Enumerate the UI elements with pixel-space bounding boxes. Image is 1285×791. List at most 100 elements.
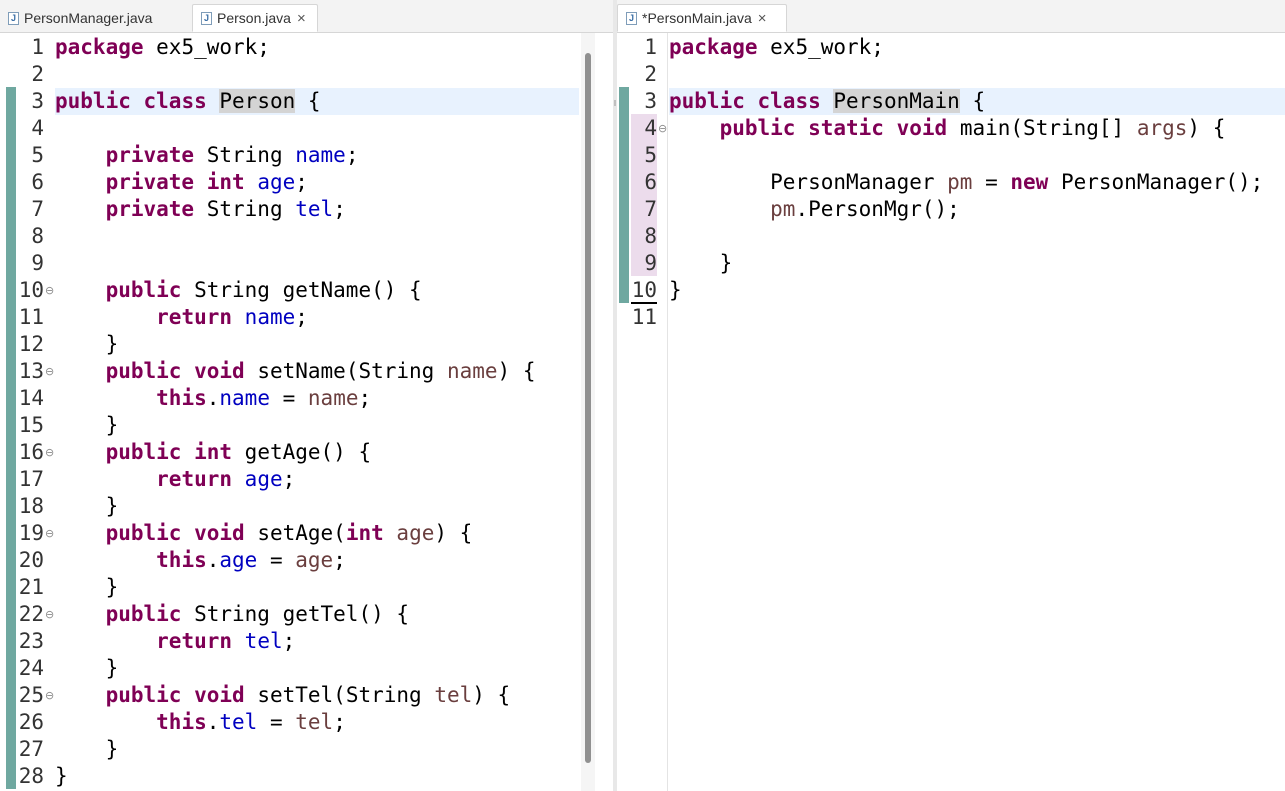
code-line[interactable]: } (55, 736, 579, 763)
code-line[interactable]: this.name = name; (55, 385, 579, 412)
code-line[interactable]: } (55, 493, 579, 520)
line-number: 16 (18, 440, 44, 464)
right-editor-pane: J *PersonMain.java × 1 package ex5_work; 2… (617, 0, 1285, 791)
code-token: } (55, 332, 119, 356)
line-number: 1 (644, 35, 657, 59)
tab-person-main[interactable]: J *PersonMain.java × (617, 4, 787, 32)
code-line[interactable] (55, 250, 579, 277)
code-line[interactable]: return name; (55, 304, 579, 331)
code-line[interactable]: private String tel; (55, 196, 579, 223)
code-token: ) { (1187, 116, 1226, 140)
code-line[interactable]: this.age = age; (55, 547, 579, 574)
close-icon[interactable]: × (758, 10, 767, 27)
close-icon[interactable]: × (297, 10, 306, 27)
code-token: public (105, 521, 182, 545)
code-line[interactable]: } (669, 277, 1285, 304)
code-token: . (206, 548, 220, 572)
code-token: name (219, 386, 270, 410)
fold-toggle-icon[interactable]: ⊖ (45, 520, 54, 547)
fold-toggle-icon[interactable]: ⊖ (45, 601, 54, 628)
line-number: 21 (18, 575, 44, 599)
code-line[interactable] (669, 61, 1285, 88)
code-token: this (156, 548, 207, 572)
code-line[interactable]: pm.PersonMgr(); (669, 196, 1285, 223)
code-line[interactable]: } (669, 250, 1285, 277)
vertical-scrollbar[interactable] (585, 53, 591, 763)
code-line[interactable] (669, 304, 1285, 331)
gutter-separator (667, 33, 668, 791)
code-token: ; (358, 386, 372, 410)
fold-toggle-icon[interactable]: ⊖ (45, 358, 54, 385)
code-line[interactable]: } (55, 655, 579, 682)
code-line[interactable] (55, 61, 579, 88)
code-line[interactable] (55, 223, 579, 250)
code-token: class (757, 89, 821, 113)
code-token: String getTel() { (181, 602, 410, 626)
code-token: public (105, 683, 182, 707)
code-line[interactable]: private String name; (55, 142, 579, 169)
code-token: this (156, 386, 207, 410)
tab-person-manager[interactable]: J PersonManager.java (0, 4, 192, 32)
line-number: 5 (31, 143, 44, 167)
code-line[interactable]: public class Person { (55, 88, 579, 115)
tab-label: Person.java (217, 10, 291, 26)
code-line[interactable]: return tel; (55, 628, 579, 655)
code-line[interactable]: } (55, 331, 579, 358)
code-line[interactable]: public int getAge() { (55, 439, 579, 466)
fold-toggle-icon[interactable]: ⊖ (45, 277, 54, 304)
code-token: tel (434, 683, 473, 707)
divider-grip[interactable] (614, 100, 616, 106)
code-line[interactable]: public static void main(String[] args) { (669, 115, 1285, 142)
code-line[interactable]: return age; (55, 466, 579, 493)
line-number: 19 (18, 521, 44, 545)
code-token: = (257, 710, 296, 734)
person-java-editor[interactable]: 1 package ex5_work; 2 3 public class Person … (0, 33, 613, 791)
person-main-java-editor[interactable]: 1 package ex5_work; 2 3 public class PersonM… (617, 33, 1285, 791)
code-line[interactable]: package ex5_work; (55, 34, 579, 61)
left-editor-pane: J PersonManager.java J Person.java × 1 pa… (0, 0, 613, 791)
code-token: age (257, 170, 296, 194)
code-line[interactable]: public void setName(String name) { (55, 358, 579, 385)
code-line[interactable]: public class PersonMain { (669, 88, 1285, 115)
code-token: private (105, 197, 195, 221)
code-token: ; (295, 305, 308, 329)
code-line[interactable]: public void setTel(String tel) { (55, 682, 579, 709)
code-line[interactable]: public String getTel() { (55, 601, 579, 628)
code-token: public (719, 116, 796, 140)
code-line[interactable]: package ex5_work; (669, 34, 1285, 61)
code-line[interactable]: } (55, 412, 579, 439)
code-line[interactable]: } (55, 574, 579, 601)
code-token: } (55, 494, 119, 518)
line-number: 15 (18, 413, 44, 437)
tab-person[interactable]: J Person.java × (192, 4, 318, 32)
fold-toggle-icon[interactable]: ⊖ (45, 439, 54, 466)
code-token: ; (282, 629, 296, 653)
code-line[interactable] (669, 142, 1285, 169)
fold-toggle-icon[interactable]: ⊖ (658, 115, 667, 142)
code-line[interactable]: public void setAge(int age) { (55, 520, 579, 547)
line-number: 20 (18, 548, 44, 572)
code-line[interactable]: private int age; (55, 169, 579, 196)
code-line[interactable] (669, 223, 1285, 250)
code-token: getAge() { (232, 440, 372, 464)
code-line[interactable]: } (55, 763, 579, 790)
code-line[interactable]: public String getName() { (55, 277, 579, 304)
code-token: main(String[] (947, 116, 1137, 140)
code-line[interactable]: this.tel = tel; (55, 709, 579, 736)
code-line[interactable] (55, 115, 579, 142)
line-number: 11 (631, 305, 657, 329)
code-token: = (269, 386, 308, 410)
code-line[interactable]: PersonManager pm = new PersonManager(); (669, 169, 1285, 196)
code-token: name (446, 359, 498, 383)
fold-toggle-icon[interactable]: ⊖ (45, 682, 54, 709)
line-number: 6 (644, 170, 657, 194)
line-number: 3 (31, 89, 44, 113)
